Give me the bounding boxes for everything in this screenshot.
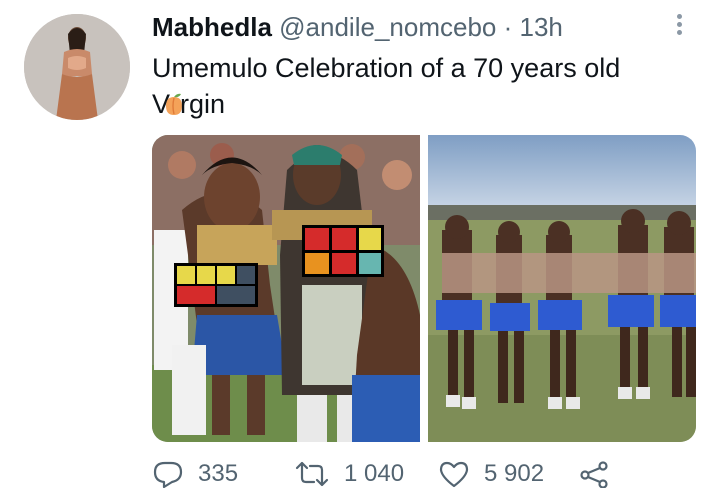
- like-count: 5 902: [484, 460, 545, 487]
- retweet-button[interactable]: 1 040: [294, 460, 404, 488]
- photo-maidens-field[interactable]: [428, 135, 696, 442]
- tweet-text-line-1: Umemulo Celebration of a 70 years old: [152, 53, 621, 83]
- tweet-text-suffix: rgin: [180, 89, 226, 119]
- photo-celebration-women[interactable]: [152, 135, 420, 442]
- user-handle[interactable]: @andile_nomcebo: [279, 12, 496, 42]
- tweet-header: Mabhedla @andile_nomcebo · 13h: [152, 12, 563, 43]
- tweet-text-line-2: Vrgin: [152, 86, 692, 122]
- display-name[interactable]: Mabhedla: [152, 12, 272, 42]
- share-button[interactable]: [578, 460, 624, 488]
- more-vertical-icon[interactable]: [672, 12, 686, 40]
- tweet-text: Umemulo Celebration of a 70 years old Vr…: [152, 50, 692, 122]
- reply-count: 335: [198, 460, 239, 487]
- separator: ·: [503, 12, 513, 42]
- timestamp[interactable]: 13h: [520, 12, 563, 42]
- avatar[interactable]: [24, 14, 130, 120]
- retweet-icon: [295, 461, 329, 487]
- reply-button[interactable]: 335: [152, 460, 238, 488]
- like-button[interactable]: 5 902: [438, 460, 544, 488]
- heart-icon: [439, 461, 469, 488]
- reply-icon: [153, 461, 183, 488]
- retweet-count: 1 040: [344, 460, 405, 487]
- tweet-actions: 335 1 040 5 902: [152, 460, 692, 492]
- media-grid: [152, 135, 696, 442]
- avatar-image: [24, 14, 130, 120]
- share-icon: [580, 461, 608, 488]
